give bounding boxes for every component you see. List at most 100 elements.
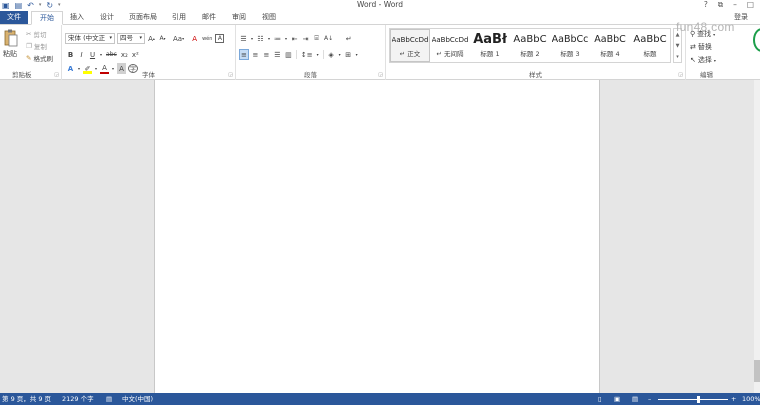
decrease-indent-icon[interactable]: ⇤: [290, 33, 299, 44]
paste-button[interactable]: 粘贴: [3, 49, 17, 59]
font-launcher-icon[interactable]: ◲: [228, 72, 233, 78]
paragraph-launcher-icon[interactable]: ◲: [378, 72, 383, 78]
style-item-title[interactable]: AaBbC 标题: [630, 29, 670, 62]
paragraph-label: 段落: [304, 71, 317, 79]
font-group: 宋体 (中文正 ▾ 四号 ▾ A ▴ A ▾ Aa ▾ A wén A B I U ▾ a…: [62, 25, 236, 80]
show-marks-icon[interactable]: ↵: [344, 33, 353, 44]
font-label: 字体: [142, 71, 155, 79]
clear-format-button[interactable]: A: [190, 33, 199, 44]
chevron-down-icon: ▾: [139, 35, 142, 41]
zoom-level[interactable]: 100%: [742, 393, 760, 405]
chevron-down-icon[interactable]: ▾: [267, 33, 271, 44]
zoom-slider-thumb[interactable]: [697, 396, 700, 403]
borders-icon[interactable]: ⊞: [344, 49, 353, 60]
style-item-heading-4[interactable]: AaBbC 标题 4: [590, 29, 630, 62]
tab-view[interactable]: 视图: [258, 11, 280, 24]
page-count[interactable]: 第 9 页，共 9 页: [2, 393, 51, 405]
tab-page-layout[interactable]: 页面布局: [126, 11, 160, 24]
print-layout-icon[interactable]: ▣: [614, 393, 620, 405]
format-painter-button[interactable]: ✎ 格式刷: [26, 53, 53, 63]
sort-icon[interactable]: A↓: [323, 33, 334, 44]
justify-icon[interactable]: ☰: [273, 49, 282, 60]
chevron-down-icon[interactable]: ▾: [284, 33, 288, 44]
style-item-heading-1[interactable]: AaBł 标题 1: [470, 29, 510, 62]
underline-dropdown-icon[interactable]: ▾: [99, 49, 103, 60]
style-item-heading-2[interactable]: AaBbC 标题 2: [510, 29, 550, 62]
chevron-down-icon[interactable]: ▾: [250, 33, 254, 44]
superscript-button[interactable]: x²: [131, 49, 140, 60]
ribbon-tabs: 文件 开始 插入 设计 页面布局 引用 邮件 审阅 视图 登录: [0, 11, 760, 25]
align-center-icon[interactable]: ≡: [251, 49, 260, 60]
clipboard-launcher-icon[interactable]: ◲: [54, 72, 59, 78]
replace-icon: ⇄: [690, 43, 696, 51]
font-name-select[interactable]: 宋体 (中文正 ▾: [65, 33, 115, 44]
phonetic-guide-button[interactable]: wén: [201, 33, 213, 44]
zoom-out-icon[interactable]: –: [648, 393, 651, 405]
document-area: [0, 80, 760, 393]
character-border-button[interactable]: A: [215, 34, 225, 43]
strikethrough-button[interactable]: abc: [105, 49, 118, 60]
tab-design[interactable]: 设计: [96, 11, 118, 24]
cursor-icon: ↖: [690, 56, 696, 64]
ribbon-display-button[interactable]: ⧉: [718, 0, 723, 10]
clipboard-group: 粘贴 ✂ 剪切 ❐ 复制 ✎ 格式刷 剪贴板 ◲: [0, 25, 62, 80]
styles-launcher-icon[interactable]: ◲: [678, 72, 683, 78]
proofing-icon[interactable]: ▤: [106, 393, 112, 405]
bullets-icon[interactable]: ☰: [239, 33, 248, 44]
chevron-down-icon: ▾: [109, 35, 112, 41]
increase-indent-icon[interactable]: ⇥: [301, 33, 310, 44]
paste-icon[interactable]: [4, 29, 18, 47]
select-button[interactable]: ↖ 选择 ▾: [690, 55, 716, 65]
tab-insert[interactable]: 插入: [66, 11, 88, 24]
read-mode-icon[interactable]: ▯: [598, 393, 602, 405]
scrollbar-thumb[interactable]: [754, 360, 760, 382]
replace-button[interactable]: ⇄ 替换: [690, 42, 712, 52]
bold-button[interactable]: B: [66, 49, 75, 60]
chevron-down-icon[interactable]: ▾: [338, 49, 342, 60]
chinese-layout-icon[interactable]: ⌸: [312, 33, 321, 44]
align-left-icon[interactable]: ≡: [239, 49, 249, 60]
style-item-normal[interactable]: AaBbCcDd ↵ 正文: [390, 29, 431, 62]
tab-mailings[interactable]: 邮件: [198, 11, 220, 24]
vertical-scrollbar[interactable]: [754, 80, 760, 393]
zoom-in-icon[interactable]: +: [731, 393, 736, 405]
italic-button[interactable]: I: [77, 49, 86, 60]
tab-file[interactable]: 文件: [0, 11, 28, 24]
shading-icon[interactable]: ◈: [327, 49, 336, 60]
brush-icon: ✎: [26, 54, 32, 62]
grow-font-button[interactable]: A ▴: [147, 33, 156, 44]
expand-gallery-icon[interactable]: ▾: [676, 54, 679, 60]
style-item-heading-3[interactable]: AaBbCc 标题 3: [550, 29, 590, 62]
copy-button[interactable]: ❐ 复制: [26, 41, 47, 51]
font-size-select[interactable]: 四号 ▾: [117, 33, 145, 44]
style-item-no-spacing[interactable]: AaBbCcDd ↵ 无间隔: [430, 29, 470, 62]
tab-review[interactable]: 审阅: [228, 11, 250, 24]
subscript-button[interactable]: x₂: [120, 49, 129, 60]
shrink-font-button[interactable]: A ▾: [158, 33, 167, 44]
help-button[interactable]: ?: [704, 0, 708, 10]
line-spacing-icon[interactable]: ↕≡: [300, 49, 314, 60]
chevron-down-icon[interactable]: ▾: [355, 49, 359, 60]
title-bar: ▣ ▤ ↶ ▾ ↻ ▾ Word - Word ? ⧉ – □: [0, 0, 760, 11]
language-indicator[interactable]: 中文(中国): [122, 393, 153, 405]
change-case-button[interactable]: Aa ▾: [172, 33, 185, 44]
word-count[interactable]: 2129 个字: [62, 393, 94, 405]
chevron-down-icon[interactable]: ▾: [316, 49, 320, 60]
underline-button[interactable]: U: [88, 49, 97, 60]
document-page[interactable]: [154, 80, 600, 393]
scroll-down-icon[interactable]: ▼: [676, 43, 680, 49]
align-right-icon[interactable]: ≡: [262, 49, 271, 60]
distributed-icon[interactable]: ▥: [284, 49, 293, 60]
minimize-button[interactable]: –: [733, 0, 737, 10]
tab-references[interactable]: 引用: [168, 11, 190, 24]
login-link[interactable]: 登录: [734, 11, 748, 24]
styles-label: 样式: [529, 71, 542, 79]
separator: [295, 50, 297, 59]
numbering-icon[interactable]: ☷: [256, 33, 265, 44]
multilevel-list-icon[interactable]: ≔: [273, 33, 282, 44]
cut-button[interactable]: ✂ 剪切: [26, 29, 46, 39]
maximize-button[interactable]: □: [747, 0, 754, 10]
tab-home[interactable]: 开始: [31, 11, 63, 25]
web-layout-icon[interactable]: ▤: [632, 393, 638, 405]
zoom-slider[interactable]: [658, 399, 728, 400]
